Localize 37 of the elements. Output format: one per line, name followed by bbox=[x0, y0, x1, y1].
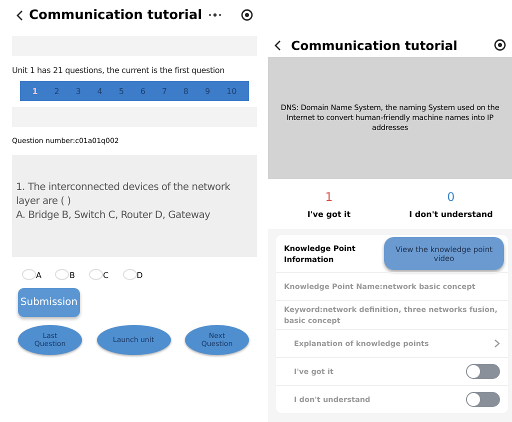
question-number-tab[interactable]: 2 bbox=[54, 86, 60, 96]
more-icon[interactable] bbox=[208, 13, 222, 17]
radio-button[interactable] bbox=[88, 269, 103, 280]
target-icon[interactable] bbox=[494, 39, 506, 51]
count-label: I don't understand bbox=[409, 210, 493, 218]
option-label: B bbox=[69, 271, 75, 280]
question-number-tab[interactable]: 4 bbox=[97, 86, 102, 96]
radio-button[interactable] bbox=[22, 269, 36, 280]
option-label: D bbox=[136, 271, 143, 280]
radio-button[interactable] bbox=[122, 269, 137, 280]
toggle-switch[interactable] bbox=[466, 364, 500, 379]
target-icon[interactable] bbox=[241, 9, 253, 21]
unit-info: Unit 1 has 21 questions, the current is the first question bbox=[12, 65, 226, 77]
question-number-tab[interactable]: 1 bbox=[32, 86, 38, 96]
option-label: A bbox=[36, 271, 42, 280]
question-number-tab[interactable]: 3 bbox=[76, 86, 81, 96]
option-label: C bbox=[102, 271, 109, 280]
count-value: 1 bbox=[325, 190, 333, 204]
toggle-switch[interactable] bbox=[466, 392, 500, 407]
question-number-tab[interactable]: 6 bbox=[140, 86, 146, 96]
back-icon[interactable] bbox=[16, 10, 23, 20]
screen-title: Communication tutorial bbox=[291, 38, 458, 52]
question-number-tab[interactable]: 9 bbox=[204, 86, 210, 96]
count-value: 0 bbox=[447, 190, 455, 204]
radio-button[interactable] bbox=[55, 269, 70, 280]
question-number-tab[interactable]: 5 bbox=[118, 86, 124, 96]
chevron-icon[interactable] bbox=[494, 339, 500, 348]
question-text: A. Bridge B, Switch C, Router D, Gateway bbox=[16, 209, 212, 223]
question-number-tab[interactable]: 8 bbox=[183, 86, 189, 96]
screen-title: Communication tutorial bbox=[29, 8, 202, 22]
question-number-tab[interactable]: 7 bbox=[162, 86, 167, 96]
count-label: I've got it bbox=[307, 210, 351, 218]
submit-button[interactable]: Submission bbox=[18, 288, 80, 317]
back-icon[interactable] bbox=[274, 40, 281, 50]
question-number-tab[interactable]: 10 bbox=[226, 86, 237, 96]
question-text: 1. The interconnected devices of the network bbox=[16, 181, 232, 195]
question-text: layer are ( ) bbox=[16, 195, 72, 209]
